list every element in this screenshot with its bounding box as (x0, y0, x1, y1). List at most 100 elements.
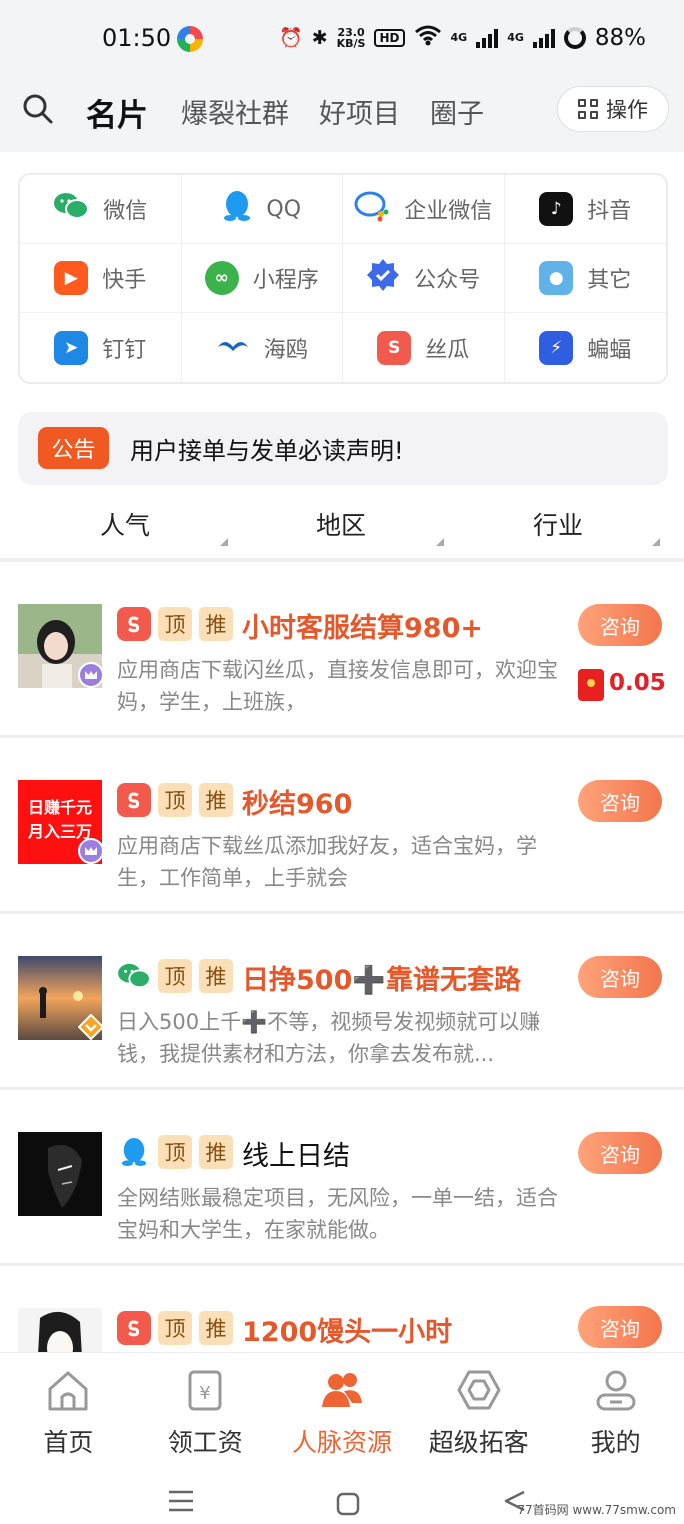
qq-icon (222, 189, 252, 229)
tab-good-projects[interactable]: 好项目 (319, 92, 400, 131)
signal-label-2: 4G (507, 31, 524, 44)
vip-badge-icon (78, 662, 104, 688)
red-packet-icon (578, 669, 604, 701)
sigua-icon (117, 607, 151, 641)
system-nav-bar: 77首码网 www.77smw.com (0, 1464, 684, 1524)
gold-badge-icon (77, 1013, 105, 1041)
battery-percent: 88% (594, 24, 646, 51)
listing-title: 小时客服结算980+ (242, 613, 483, 644)
tag-recommend: 推 (199, 783, 233, 817)
tab-label: 超级拓客 (428, 1428, 529, 1457)
tab-business-card[interactable]: 名片 (86, 90, 148, 135)
tab-label: 我的 (590, 1428, 641, 1457)
listing-desc: 应用商店下载丝瓜添加我好友，适合宝妈，学生，工作简单，上手就会 (117, 834, 537, 890)
net-speed-unit: KB/S (336, 36, 366, 50)
search-icon[interactable] (22, 93, 54, 125)
filter-bar: 人气 地区 行业 (18, 498, 668, 558)
notice-text: 用户接单与发单必读声明! (130, 437, 404, 465)
avatar-text-line: 日赚千元 (27, 798, 92, 817)
listing-title: 线上日结 (242, 1141, 350, 1172)
platform-label: 海鸥 (263, 337, 308, 363)
tag-recommend: 推 (199, 959, 233, 993)
filter-region[interactable]: 地区 (316, 506, 366, 542)
platform-wecom[interactable]: 企业微信 (343, 175, 505, 244)
bluetooth-icon: ✱ (311, 26, 328, 49)
platform-wechat[interactable]: 微信 (20, 175, 182, 244)
tab-profile[interactable]: 我的 (547, 1353, 684, 1464)
tab-circle[interactable]: 圈子 (430, 92, 484, 131)
platform-sigua[interactable]: S 丝瓜 (343, 313, 505, 382)
alarm-icon: ⏰ (279, 27, 303, 49)
dingtalk-icon: ➤ (54, 330, 89, 365)
home-square-icon[interactable] (336, 1492, 360, 1516)
platform-douyin[interactable]: ♪ 抖音 (504, 175, 666, 244)
tab-label: 领工资 (167, 1428, 243, 1457)
bottom-tab-bar: 首页 ¥ 领工资 人脉资源 超级拓客 我的 (0, 1352, 684, 1464)
avatar[interactable] (18, 1308, 102, 1352)
listing-card[interactable]: 顶 推 日挣500➕靠谱无套路 日入500上千➕不等，视频号发视频就可以赚钱，我… (0, 914, 684, 1090)
platform-label: 其它 (587, 268, 632, 293)
listing-title: 日挣500➕靠谱无套路 (242, 965, 521, 996)
filter-popularity[interactable]: 人气 (100, 506, 150, 542)
dropdown-triangle-icon (220, 538, 228, 546)
notice-badge: 公告 (38, 427, 109, 469)
platform-label: 公众号 (414, 268, 481, 293)
tab-home[interactable]: 首页 (0, 1353, 137, 1464)
platform-dingtalk[interactable]: ➤ 钉钉 (20, 313, 182, 382)
tag-top: 顶 (158, 1135, 192, 1169)
tab-customer-acquisition[interactable]: 超级拓客 (410, 1353, 547, 1464)
watermark: 77首码网 www.77smw.com (517, 1503, 676, 1517)
listing-card[interactable]: 顶 推 线上日结 全网结账最稳定项目，无风险，一单一结，适合宝妈和大学生，在家就… (0, 1090, 684, 1266)
tag-recommend: 推 (199, 607, 233, 641)
bat-icon: ⚡ (539, 330, 574, 365)
douyin-icon: ♪ (539, 192, 574, 226)
seagull-icon (216, 335, 250, 361)
platform-label: 小程序 (252, 268, 319, 293)
other-icon: ● (539, 261, 574, 295)
avatar[interactable] (18, 1132, 102, 1216)
platform-seagull[interactable]: 海鸥 (182, 313, 343, 382)
platform-bat[interactable]: ⚡ 蝙蝠 (505, 313, 667, 382)
operate-button[interactable]: 操作 (557, 86, 669, 132)
tab-label: 首页 (43, 1428, 94, 1457)
reward-amount: 0.05 (609, 670, 666, 696)
platform-qq[interactable]: QQ (181, 175, 343, 244)
tag-recommend: 推 (199, 1311, 233, 1345)
listing-card[interactable]: 日赚千元 月入三万 顶 推 秒结960 应用商店下载丝瓜添加我好友，适合宝妈，学… (0, 738, 684, 914)
listing-desc: 全网结账最稳定项目，无风险，一单一结，适合宝妈和大学生，在家就能做。 (117, 1186, 558, 1242)
consult-button[interactable]: 咨询 (578, 604, 662, 646)
consult-button[interactable]: 咨询 (578, 956, 662, 998)
consult-button[interactable]: 咨询 (578, 1132, 662, 1174)
profile-icon (596, 1370, 636, 1411)
platform-official-account[interactable]: 公众号 (343, 244, 505, 313)
filter-industry[interactable]: 行业 (533, 506, 583, 542)
tab-contacts[interactable]: 人脉资源 (274, 1353, 411, 1464)
qq-icon (117, 1135, 151, 1169)
platform-label: 钉钉 (102, 337, 147, 363)
tab-community[interactable]: 爆裂社群 (181, 92, 289, 131)
tab-label: 人脉资源 (291, 1428, 392, 1457)
official-account-icon (366, 258, 400, 298)
listing-card[interactable]: 顶 推 1200馒头一小时 咨询 (0, 1266, 684, 1352)
tab-salary[interactable]: ¥ 领工资 (137, 1353, 274, 1464)
platform-mini-program[interactable]: ∞ 小程序 (181, 244, 343, 313)
menu-icon[interactable] (168, 1490, 194, 1512)
listing-desc: 日入500上千➕不等，视频号发视频就可以赚钱，我提供素材和方法，你拿去发布就..… (117, 1010, 541, 1066)
app-notification-icon (177, 26, 203, 52)
listing-card[interactable]: 顶 推 小时客服结算980+ 应用商店下载闪丝瓜，直接发信息即可，欢迎宝妈，学生… (0, 562, 684, 738)
platform-label: 快手 (102, 268, 147, 293)
platform-label: 微信 (103, 199, 148, 224)
signal-icon (476, 28, 499, 48)
consult-button[interactable]: 咨询 (578, 780, 662, 822)
notice-bar[interactable]: 公告 用户接单与发单必读声明! (18, 412, 668, 485)
battery-icon (563, 26, 586, 49)
platform-kuaishou[interactable]: ▶ 快手 (20, 244, 182, 313)
platform-other[interactable]: ● 其它 (504, 244, 666, 313)
platform-label: 丝瓜 (425, 337, 470, 363)
platform-label: QQ (266, 196, 302, 222)
tag-top: 顶 (158, 1311, 192, 1345)
platform-grid: 微信 QQ 企业微信 ♪ 抖音 ▶ 快手 ∞ 小程序 公众号 ● 其它 ➤ 钉钉… (18, 173, 668, 384)
status-time: 01:50 (102, 24, 172, 52)
consult-button[interactable]: 咨询 (578, 1306, 662, 1348)
sigua-icon: S (377, 330, 412, 365)
